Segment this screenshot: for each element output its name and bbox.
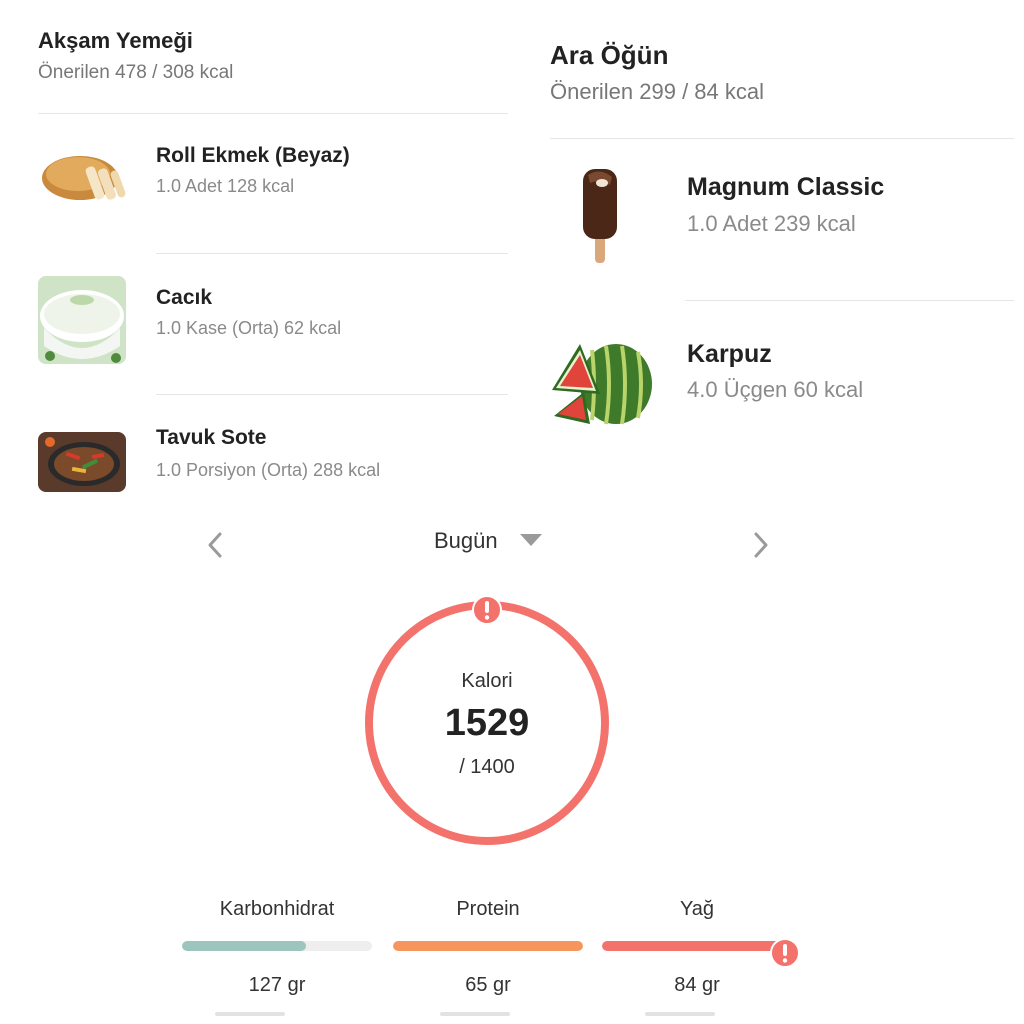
food-name: Roll Ekmek (Beyaz) [156, 144, 350, 167]
next-day-button[interactable] [744, 528, 776, 562]
food-name: Tavuk Sote [156, 426, 267, 449]
dinner-section: Akşam Yemeği Önerilen 478 / 308 kcal Rol… [0, 0, 520, 500]
cut-off-goal-line [645, 1012, 715, 1016]
food-item-cacik[interactable]: Cacık 1.0 Kase (Orta) 62 kcal [38, 272, 508, 382]
item-divider [156, 394, 508, 395]
caret-down-icon [520, 534, 542, 546]
food-detail: 1.0 Adet 239 kcal [687, 211, 856, 236]
macro-bar-carbs [182, 941, 372, 951]
food-detail: 1.0 Porsiyon (Orta) 288 kcal [156, 460, 381, 480]
food-item-roll-ekmek[interactable]: Roll Ekmek (Beyaz) 1.0 Adet 128 kcal [38, 130, 508, 240]
macros-section: Karbonhidrat 127 gr Protein 65 gr Yağ 84… [0, 890, 1024, 1024]
snack-divider [550, 138, 1014, 139]
snack-section: Ara Öğün Önerilen 299 / 84 kcal Magnum C… [520, 0, 1024, 450]
food-name: Magnum Classic [687, 173, 885, 201]
macro-bar-fill-protein [393, 941, 583, 951]
food-item-tavuk-sote[interactable]: Tavuk Sote 1.0 Porsiyon (Orta) 288 kcal [38, 414, 508, 504]
dinner-divider [38, 113, 508, 114]
chevron-right-icon [754, 532, 768, 558]
macro-value-fat: 84 gr [674, 974, 720, 996]
item-divider [685, 300, 1014, 301]
exclamation-warning-icon [472, 595, 502, 625]
macro-value-protein: 65 gr [465, 974, 511, 996]
cut-off-goal-line [215, 1012, 285, 1016]
cut-off-goal-line [440, 1012, 510, 1016]
macro-value-carbs: 127 gr [248, 974, 306, 996]
ice-cream-bar-icon [580, 165, 620, 265]
macro-bar-fat [602, 941, 792, 951]
dinner-title: Akşam Yemeği [38, 28, 193, 53]
food-detail: 1.0 Adet 128 kcal [156, 176, 295, 196]
chevron-left-icon [208, 532, 222, 558]
item-divider [156, 253, 508, 254]
food-detail: 1.0 Kase (Orta) 62 kcal [156, 318, 342, 338]
date-label: Bugün [434, 528, 498, 553]
calorie-goal: / 1400 [459, 756, 515, 778]
watermelon-icon [550, 338, 654, 428]
snack-summary: Önerilen 299 / 84 kcal [550, 79, 765, 104]
cacik-bowl-icon [38, 276, 126, 364]
food-item-magnum-classic[interactable]: Magnum Classic 1.0 Adet 239 kcal [550, 155, 1014, 285]
date-selector[interactable]: Bugün [420, 524, 560, 560]
bread-icon [38, 144, 128, 208]
snack-title: Ara Öğün [550, 40, 669, 70]
macro-label-carbs: Karbonhidrat [219, 898, 335, 920]
macro-label-fat: Yağ [679, 898, 715, 920]
macro-bar-fill-fat [602, 941, 792, 951]
calorie-ring: Kalori 1529 / 1400 [362, 595, 612, 848]
food-name: Karpuz [687, 340, 772, 368]
food-detail: 4.0 Üçgen 60 kcal [687, 377, 864, 402]
food-item-karpuz[interactable]: Karpuz 4.0 Üçgen 60 kcal [550, 320, 1014, 440]
chicken-saute-pan-icon [38, 432, 126, 492]
food-name: Cacık [156, 286, 213, 309]
exclamation-warning-icon [770, 938, 800, 968]
macro-label-protein: Protein [456, 898, 520, 920]
calorie-value: 1529 [444, 702, 530, 744]
macro-bar-protein [393, 941, 583, 951]
dinner-summary: Önerilen 478 / 308 kcal [38, 62, 234, 83]
prev-day-button[interactable] [200, 528, 232, 562]
calorie-label: Kalori [461, 670, 513, 692]
macro-bar-fill-carbs [182, 941, 306, 951]
